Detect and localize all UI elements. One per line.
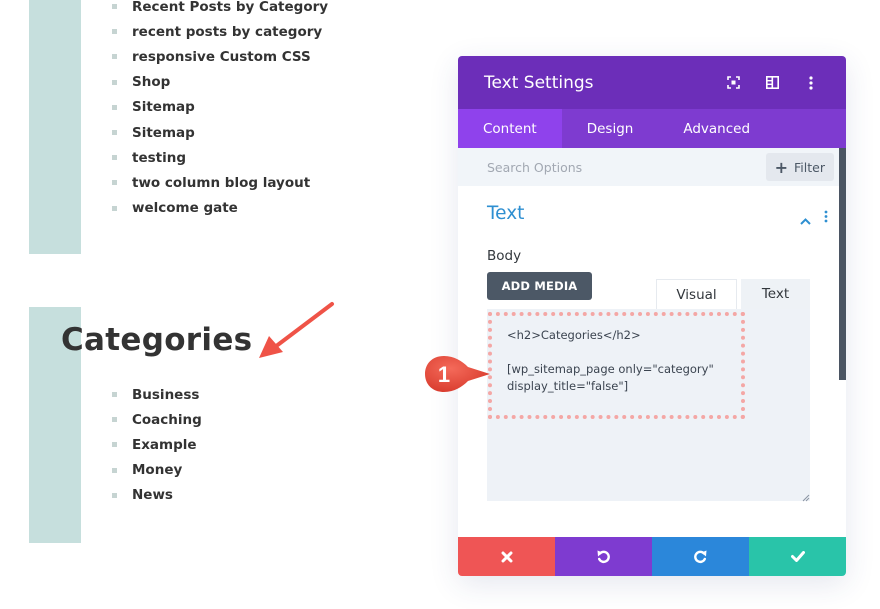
- modal-scrollbar[interactable]: [839, 148, 846, 380]
- section-options-icon[interactable]: [824, 208, 828, 227]
- list-item-link[interactable]: responsive Custom CSS: [132, 49, 311, 65]
- bullet-icon: [112, 130, 117, 136]
- list-item[interactable]: two column blog layout: [112, 170, 328, 195]
- list-item-link[interactable]: Example: [132, 437, 197, 453]
- annotation-arrow-icon: [259, 302, 334, 358]
- more-options-icon[interactable]: [798, 73, 824, 93]
- list-item[interactable]: Example: [112, 432, 202, 457]
- search-row: + Filter: [458, 148, 846, 186]
- pages-list: Recent Posts by Category recent posts by…: [112, 0, 328, 221]
- resize-handle-icon[interactable]: [802, 494, 810, 502]
- modal-title: Text Settings: [484, 72, 594, 93]
- bullet-icon: [112, 417, 117, 423]
- list-item[interactable]: Business: [112, 382, 202, 407]
- save-button[interactable]: [749, 537, 846, 576]
- settings-tabs: Content Design Advanced: [458, 109, 846, 148]
- undo-icon: [597, 550, 610, 564]
- list-item-link[interactable]: Business: [132, 387, 199, 403]
- list-item[interactable]: News: [112, 483, 202, 508]
- annotation-badge: 1: [425, 356, 490, 392]
- bullet-icon: [112, 467, 117, 473]
- list-item[interactable]: Sitemap: [112, 120, 328, 145]
- filter-button[interactable]: + Filter: [765, 153, 834, 181]
- list-item-link[interactable]: Coaching: [132, 412, 202, 428]
- bullet-icon: [112, 180, 117, 186]
- bullet-icon: [112, 54, 117, 60]
- editor-tab-text[interactable]: Text: [741, 279, 810, 309]
- bullet-icon: [112, 155, 117, 161]
- list-item-link[interactable]: News: [132, 487, 173, 503]
- text-settings-modal: Text Settings Content Design Advanced Se…: [458, 56, 846, 576]
- list-item-link[interactable]: Recent Posts by Category: [132, 0, 328, 15]
- list-item[interactable]: Money: [112, 458, 202, 483]
- undo-button[interactable]: [555, 537, 652, 576]
- bullet-icon: [112, 442, 117, 448]
- body-label: Body: [487, 248, 522, 264]
- badge-number: 1: [438, 362, 450, 387]
- list-item-link[interactable]: Money: [132, 462, 182, 478]
- categories-heading: Categories: [61, 322, 253, 358]
- tab-advanced[interactable]: Advanced: [658, 109, 775, 148]
- cancel-button[interactable]: [458, 537, 555, 576]
- decorative-teal-column-top: [29, 0, 81, 254]
- list-item-link[interactable]: Sitemap: [132, 99, 195, 115]
- modal-footer: [458, 537, 846, 576]
- bullet-icon: [112, 104, 117, 110]
- redo-icon: [694, 550, 707, 564]
- list-item-link[interactable]: welcome gate: [132, 200, 238, 216]
- list-item[interactable]: Sitemap: [112, 95, 328, 120]
- section-title[interactable]: Text: [487, 203, 524, 224]
- bullet-icon: [112, 4, 117, 10]
- list-item[interactable]: responsive Custom CSS: [112, 44, 328, 69]
- close-icon: [501, 551, 512, 562]
- redo-button[interactable]: [652, 537, 749, 576]
- bullet-icon: [112, 29, 117, 35]
- fullscreen-icon[interactable]: [720, 73, 746, 93]
- modal-header[interactable]: Text Settings: [458, 56, 846, 109]
- list-item[interactable]: Coaching: [112, 407, 202, 432]
- split-view-icon[interactable]: [759, 73, 785, 93]
- list-item[interactable]: welcome gate: [112, 196, 328, 221]
- list-item-link[interactable]: Sitemap: [132, 125, 195, 141]
- chevron-up-icon[interactable]: [800, 210, 811, 229]
- list-item[interactable]: Recent Posts by Category: [112, 0, 328, 19]
- search-options-input[interactable]: [487, 159, 766, 175]
- tab-design[interactable]: Design: [562, 109, 659, 148]
- editor-tab-visual[interactable]: Visual: [656, 279, 737, 309]
- bullet-icon: [112, 205, 117, 211]
- checkmark-icon: [790, 551, 805, 562]
- bullet-icon: [112, 492, 117, 498]
- list-item-link[interactable]: recent posts by category: [132, 24, 322, 40]
- bullet-icon: [112, 79, 117, 85]
- list-item-link[interactable]: Shop: [132, 74, 170, 90]
- list-item-link[interactable]: testing: [132, 150, 186, 166]
- bullet-icon: [112, 392, 117, 398]
- list-item-link[interactable]: two column blog layout: [132, 175, 310, 191]
- add-media-button[interactable]: ADD MEDIA: [487, 272, 592, 300]
- list-item[interactable]: testing: [112, 145, 328, 170]
- tab-content[interactable]: Content: [458, 109, 562, 148]
- list-item[interactable]: recent posts by category: [112, 19, 328, 44]
- list-item[interactable]: Shop: [112, 70, 328, 95]
- categories-list: Business Coaching Example Money News: [112, 382, 202, 508]
- body-text-editor[interactable]: <h2>Categories</h2> [wp_sitemap_page onl…: [487, 309, 810, 501]
- plus-icon: +: [774, 157, 789, 177]
- filter-label: Filter: [794, 159, 825, 175]
